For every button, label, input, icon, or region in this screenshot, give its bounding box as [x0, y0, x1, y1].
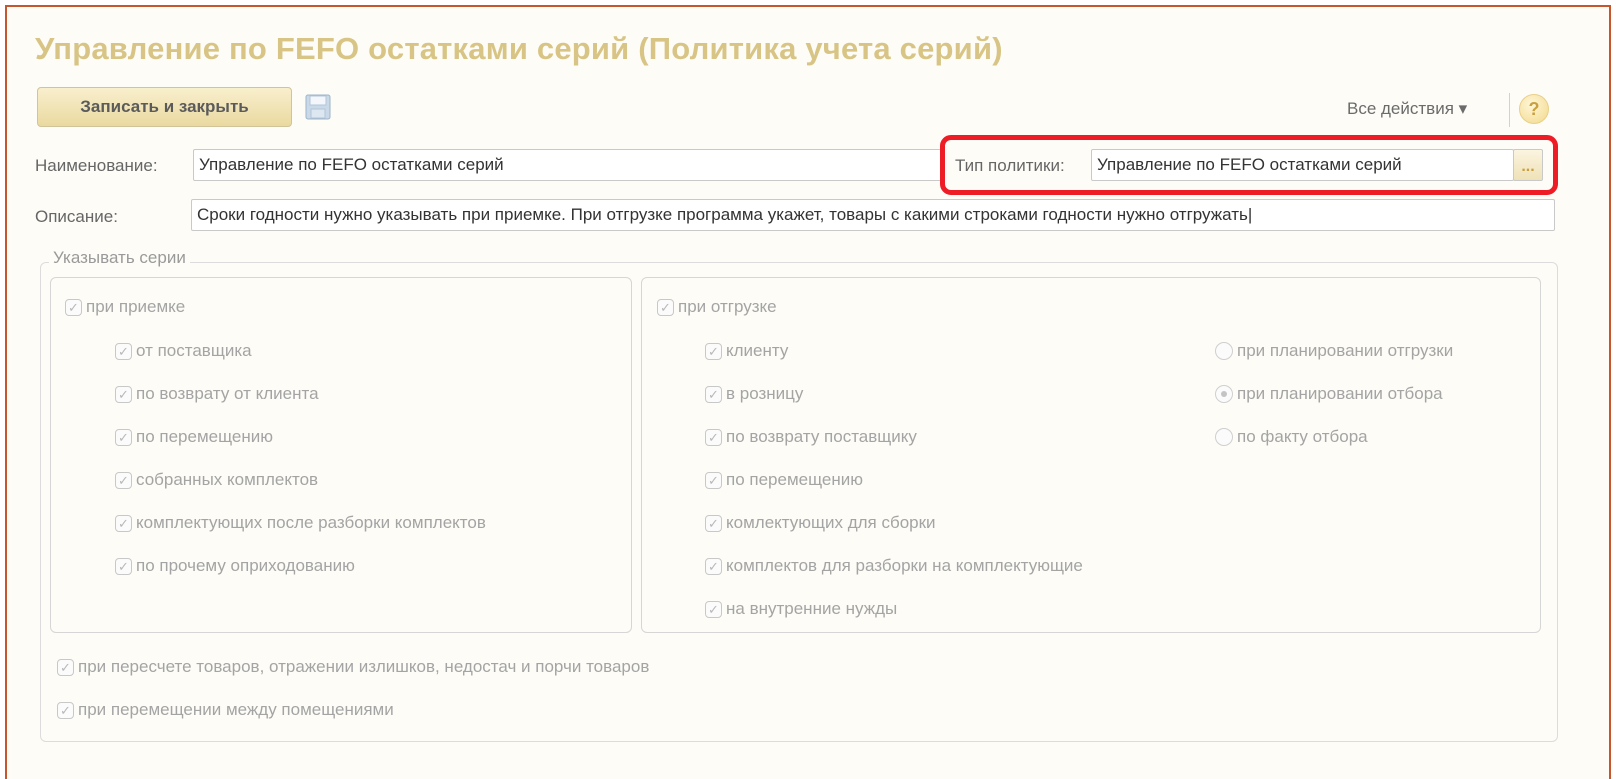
floppy-disk-icon[interactable]: [305, 94, 331, 120]
form-window: Управление по FEFO остатками серий (Поли…: [5, 5, 1611, 779]
all-actions-menu[interactable]: Все действия ▾: [1347, 99, 1467, 119]
check-icon: ✓: [705, 514, 722, 532]
shipment-item-checkbox[interactable]: ✓ в розницу: [705, 384, 803, 404]
receipt-item-checkbox[interactable]: ✓ по перемещению: [115, 427, 273, 447]
check-icon: ✓: [115, 471, 132, 489]
receipt-checkbox[interactable]: ✓ при приемке: [65, 297, 185, 317]
toolbar-divider: [1509, 93, 1510, 127]
shipment-item-checkbox[interactable]: ✓ по перемещению: [705, 470, 863, 490]
check-icon: ✓: [115, 557, 132, 575]
check-icon: ✓: [115, 342, 132, 360]
check-icon: ✓: [65, 298, 82, 316]
policy-type-select-button[interactable]: ...: [1513, 149, 1543, 181]
receipt-box: [50, 277, 632, 633]
help-button[interactable]: ?: [1519, 94, 1549, 124]
save-and-close-button[interactable]: Записать и закрыть: [37, 87, 292, 127]
check-icon: ✓: [57, 701, 74, 719]
receipt-item-checkbox[interactable]: ✓ от поставщика: [115, 341, 252, 361]
series-group-title: Указывать серии: [49, 248, 190, 268]
name-field[interactable]: Управление по FEFO остатками серий: [193, 149, 943, 181]
check-icon: ✓: [115, 514, 132, 532]
shipment-mode-radio[interactable]: при планировании отгрузки: [1215, 341, 1453, 361]
check-icon: ✓: [57, 658, 74, 676]
description-field[interactable]: Сроки годности нужно указывать при прием…: [191, 199, 1555, 231]
check-icon: ✓: [705, 471, 722, 489]
check-icon: ✓: [705, 428, 722, 446]
receipt-item-checkbox[interactable]: ✓ по прочему оприходованию: [115, 556, 355, 576]
description-label: Описание:: [35, 207, 118, 226]
room-move-checkbox[interactable]: ✓ при перемещении между помещениями: [57, 700, 394, 720]
page-title: Управление по FEFO остатками серий (Поли…: [35, 31, 1003, 66]
shipment-item-checkbox[interactable]: ✓ по возврату поставщику: [705, 427, 917, 447]
name-label: Наименование:: [35, 156, 158, 175]
check-icon: ✓: [115, 428, 132, 446]
policy-type-field[interactable]: Управление по FEFO остатками серий: [1091, 149, 1514, 181]
receipt-item-checkbox[interactable]: ✓ комплектующих после разборки комплектов: [115, 513, 486, 533]
shipment-mode-radio[interactable]: по факту отбора: [1215, 427, 1368, 447]
radio-icon: [1215, 428, 1233, 446]
check-icon: ✓: [705, 342, 722, 360]
check-icon: ✓: [705, 557, 722, 575]
receipt-item-checkbox[interactable]: ✓ по возврату от клиента: [115, 384, 319, 404]
shipment-item-checkbox[interactable]: ✓ клиенту: [705, 341, 788, 361]
shipment-checkbox[interactable]: ✓ при отгрузке: [657, 297, 777, 317]
receipt-item-checkbox[interactable]: ✓ собранных комплектов: [115, 470, 318, 490]
check-icon: ✓: [705, 600, 722, 618]
policy-type-label: Тип политики:: [955, 156, 1065, 175]
shipment-item-checkbox[interactable]: ✓ на внутренние нужды: [705, 599, 897, 619]
shipment-item-checkbox[interactable]: ✓ комплектов для разборки на комплектующи…: [705, 556, 1083, 576]
check-icon: ✓: [115, 385, 132, 403]
shipment-mode-radio[interactable]: при планировании отбора: [1215, 384, 1443, 404]
check-icon: ✓: [657, 298, 674, 316]
radio-icon: [1215, 342, 1233, 360]
shipment-box: [641, 277, 1541, 633]
radio-selected-icon: [1215, 385, 1233, 403]
recount-checkbox[interactable]: ✓ при пересчете товаров, отражении излишк…: [57, 657, 649, 677]
check-icon: ✓: [705, 385, 722, 403]
shipment-item-checkbox[interactable]: ✓ комлектующих для сборки: [705, 513, 936, 533]
